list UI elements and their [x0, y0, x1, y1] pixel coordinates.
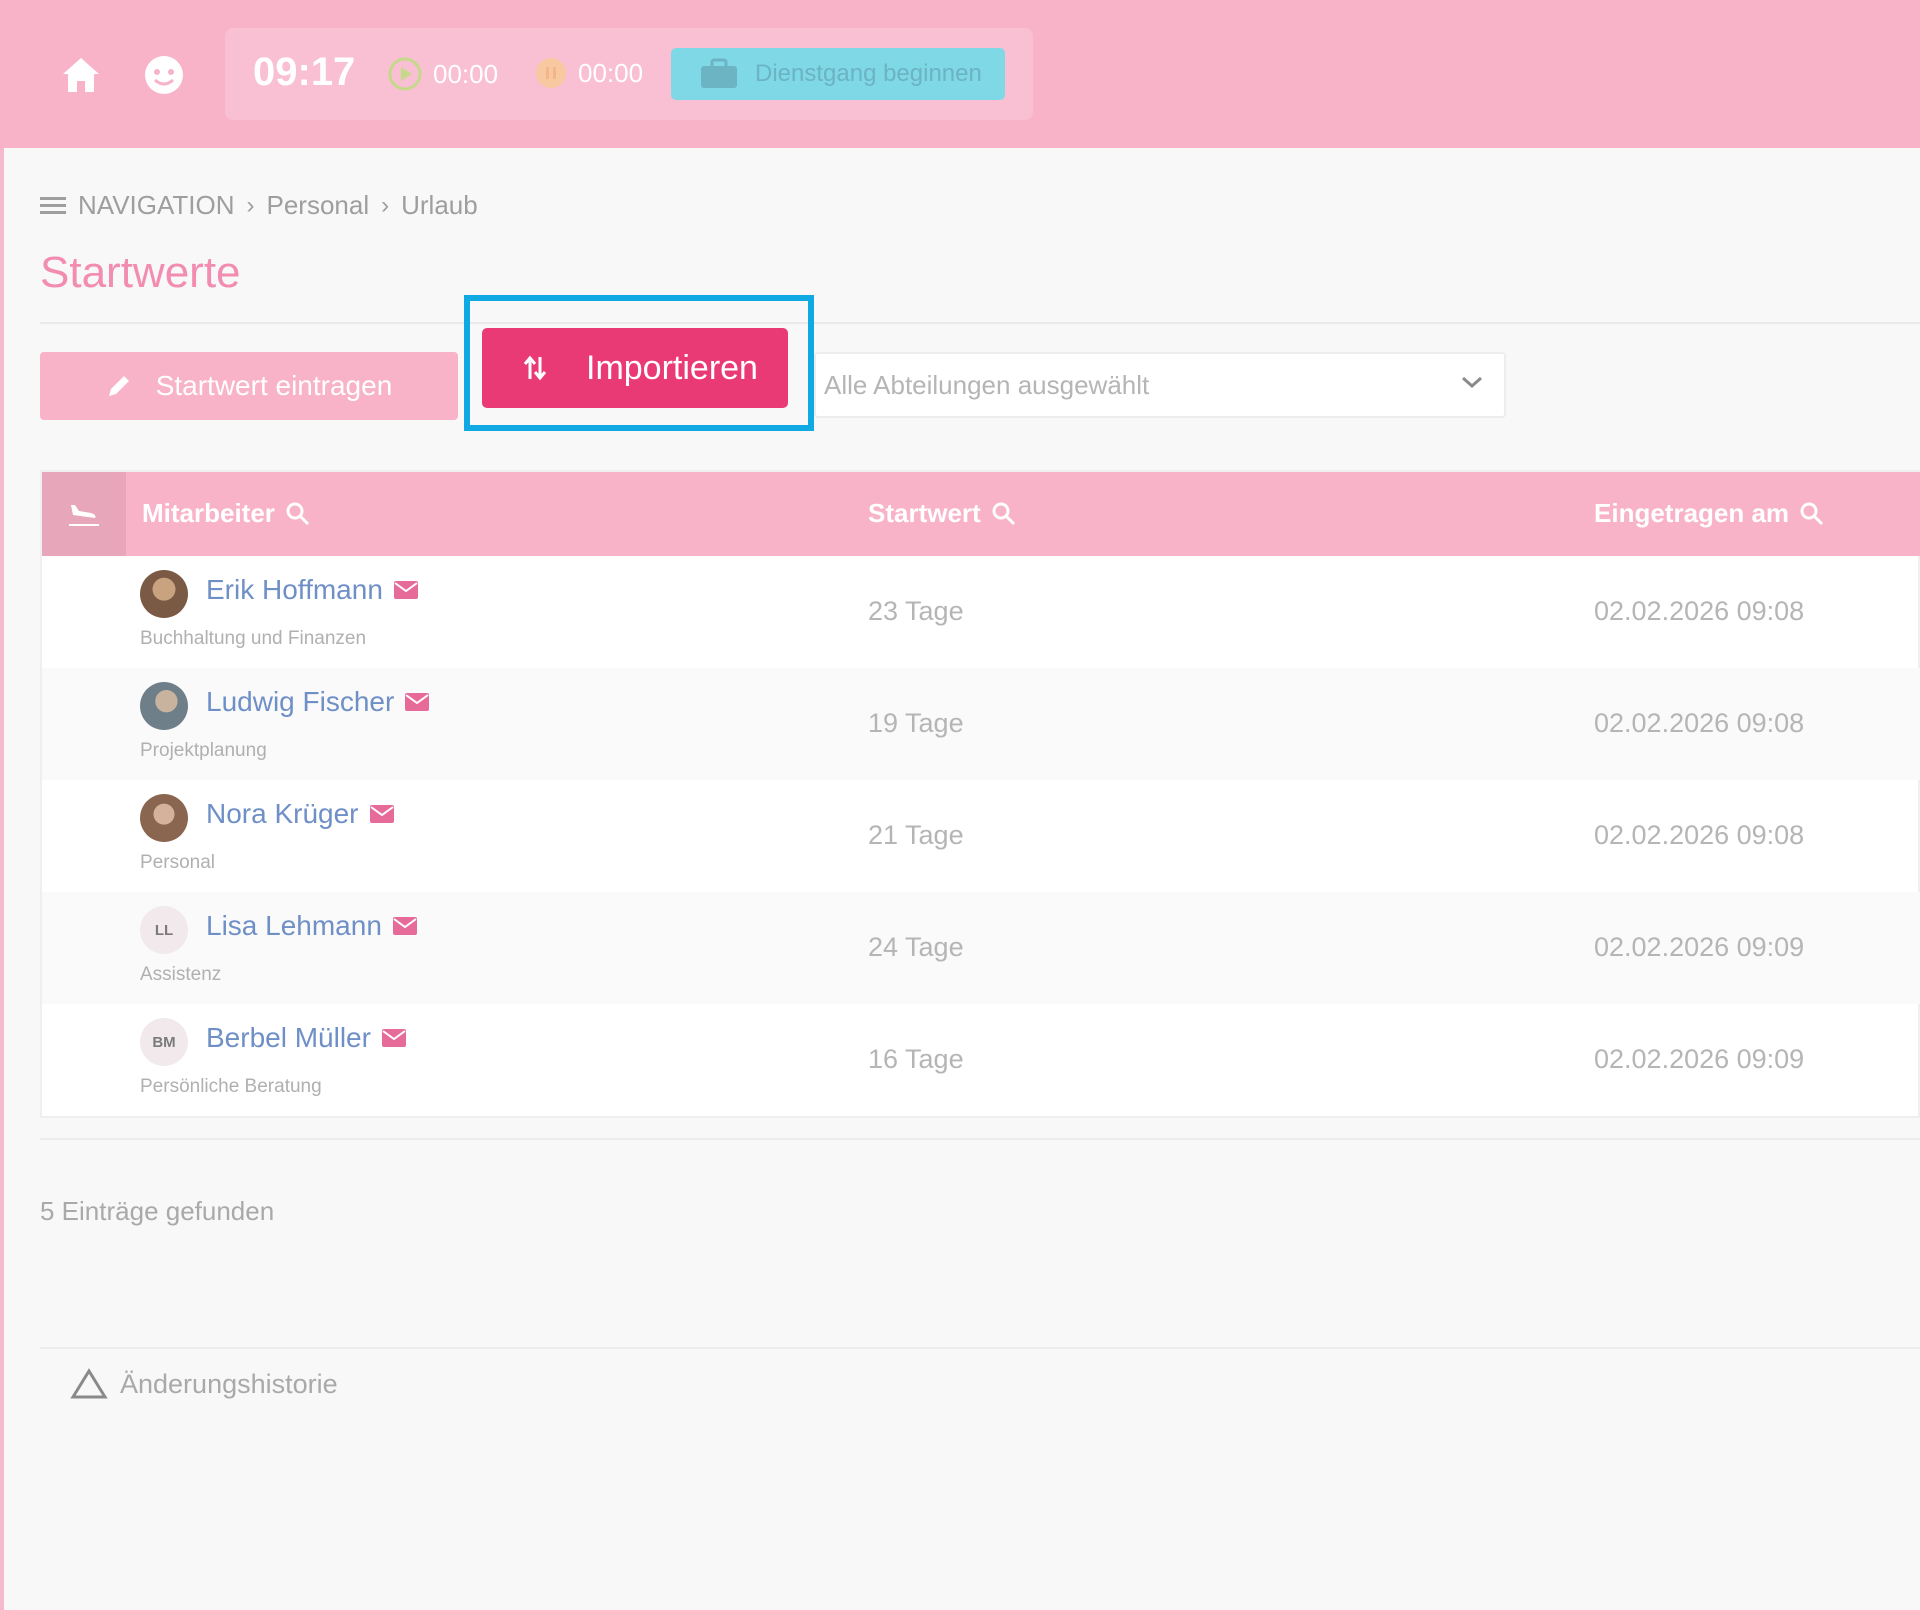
start-values-table: Mitarbeiter Startwert Eingetragen am Eri… [40, 470, 1920, 1118]
change-history-toggle[interactable]: Änderungshistorie [70, 1368, 338, 1400]
employee-name[interactable]: Erik Hoffmann [206, 574, 383, 606]
breadcrumb-personal[interactable]: Personal [267, 190, 370, 221]
employee-name[interactable]: Lisa Lehmann [206, 910, 382, 942]
employee-department: Buchhaltung und Finanzen [140, 628, 367, 649]
airplane-landing-icon [69, 505, 99, 526]
work-timer[interactable]: 00:00 [387, 56, 498, 92]
break-timer-value: 00:00 [578, 57, 644, 88]
start-value-cell: 19 Tage [868, 708, 964, 738]
break-timer[interactable]: 00:00 [534, 56, 643, 90]
employee-department: Assistenz [140, 964, 222, 985]
mail-icon[interactable] [393, 580, 419, 600]
start-value-cell: 16 Tage [868, 1044, 964, 1074]
table-row[interactable]: BM Berbel Müller Persönliche Beratung 16… [42, 1004, 1920, 1116]
search-icon[interactable] [991, 501, 1017, 527]
column-label-employee: Mitarbeiter [142, 498, 275, 528]
column-header-employee[interactable]: Mitarbeiter [142, 498, 311, 529]
table-row[interactable]: Ludwig Fischer Projektplanung 19 Tage 02… [42, 668, 1920, 780]
department-select-value: Alle Abteilungen ausgewählt [824, 369, 1150, 400]
entered-at-cell: 02.02.2026 09:09 [1594, 932, 1805, 962]
avatar: BM [140, 1018, 188, 1066]
search-icon[interactable] [285, 501, 311, 527]
breadcrumb-vacation[interactable]: Urlaub [401, 190, 478, 221]
employee-name-link[interactable]: Berbel Müller [206, 1022, 407, 1054]
avatar [140, 794, 188, 842]
employee-name-link[interactable]: Ludwig Fischer [206, 686, 430, 718]
chevron-right-icon: › [381, 191, 390, 219]
breadcrumb-navigation[interactable]: NAVIGATION [78, 190, 235, 221]
column-label-start-value: Startwert [868, 498, 981, 528]
change-history-label: Änderungshistorie [120, 1368, 338, 1399]
import-button[interactable]: Importieren [482, 328, 788, 408]
mail-icon[interactable] [381, 1028, 407, 1048]
employee-name[interactable]: Nora Krüger [206, 798, 359, 830]
avatar [140, 570, 188, 618]
enter-start-value-label: Startwert eintragen [155, 370, 393, 401]
employee-name[interactable]: Ludwig Fischer [206, 686, 394, 718]
employee-name-link[interactable]: Nora Krüger [206, 798, 395, 830]
employee-name-link[interactable]: Lisa Lehmann [206, 910, 418, 942]
start-business-trip-button[interactable]: Dienstgang beginnen [671, 48, 1005, 100]
chevron-right-icon: › [246, 191, 255, 219]
current-time: 09:17 [253, 50, 356, 94]
start-business-trip-label: Dienstgang beginnen [755, 60, 982, 87]
employee-department: Personal [140, 852, 215, 873]
column-header-start-value[interactable]: Startwert [868, 498, 1017, 529]
menu-icon[interactable] [40, 195, 68, 217]
start-value-cell: 23 Tage [868, 596, 964, 626]
vacation-sort-toggle[interactable] [42, 472, 126, 556]
profile-smiley-icon[interactable] [137, 48, 191, 102]
column-label-entered-at: Eingetragen am [1594, 498, 1790, 528]
avatar: LL [140, 906, 188, 954]
search-icon[interactable] [1799, 501, 1825, 527]
breadcrumb: NAVIGATION › Personal › Urlaub [40, 190, 478, 221]
top-bar: 09:17 00:00 00:00 Dienstgang beginnen [0, 0, 1920, 148]
start-value-cell: 24 Tage [868, 932, 964, 962]
pause-icon [536, 58, 566, 88]
briefcase-icon [701, 58, 737, 88]
entered-at-cell: 02.02.2026 09:08 [1594, 708, 1805, 738]
left-edge-accent [0, 148, 4, 1610]
import-label: Importieren [586, 348, 758, 387]
avatar [140, 682, 188, 730]
chevron-down-icon [1462, 376, 1482, 389]
enter-start-value-button[interactable]: Startwert eintragen [40, 352, 458, 420]
mail-icon[interactable] [404, 692, 430, 712]
employee-name-link[interactable]: Erik Hoffmann [206, 574, 419, 606]
start-value-cell: 21 Tage [868, 820, 964, 850]
column-header-entered-at[interactable]: Eingetragen am [1594, 498, 1825, 529]
entered-at-cell: 02.02.2026 09:08 [1594, 596, 1805, 626]
employee-department: Projektplanung [140, 740, 267, 761]
play-icon [388, 57, 422, 91]
triangle-icon [70, 1368, 108, 1399]
mail-icon[interactable] [369, 804, 395, 824]
table-row[interactable]: LL Lisa Lehmann Assistenz 24 Tage 02.02.… [42, 892, 1920, 1004]
table-row[interactable]: Nora Krüger Personal 21 Tage 02.02.2026 … [42, 780, 1920, 892]
divider [40, 1138, 1920, 1140]
home-icon[interactable] [54, 48, 108, 102]
divider [40, 322, 1920, 324]
employee-name[interactable]: Berbel Müller [206, 1022, 371, 1054]
divider [40, 1347, 1920, 1349]
mail-icon[interactable] [392, 916, 418, 936]
employee-department: Persönliche Beratung [140, 1076, 322, 1097]
page-title: Startwerte [40, 248, 241, 297]
department-select[interactable]: Alle Abteilungen ausgewählt [814, 352, 1506, 418]
entered-at-cell: 02.02.2026 09:09 [1594, 1044, 1805, 1074]
work-timer-value: 00:00 [433, 58, 499, 89]
time-tracking-panel: 09:17 00:00 00:00 Dienstgang beginnen [225, 28, 1033, 120]
result-count: 5 Einträge gefunden [40, 1196, 275, 1226]
table-header: Mitarbeiter Startwert Eingetragen am [42, 472, 1920, 556]
import-arrows-icon [523, 355, 547, 381]
entered-at-cell: 02.02.2026 09:08 [1594, 820, 1805, 850]
table-row[interactable]: Erik Hoffmann Buchhaltung und Finanzen 2… [42, 556, 1920, 668]
pencil-icon [108, 376, 129, 396]
